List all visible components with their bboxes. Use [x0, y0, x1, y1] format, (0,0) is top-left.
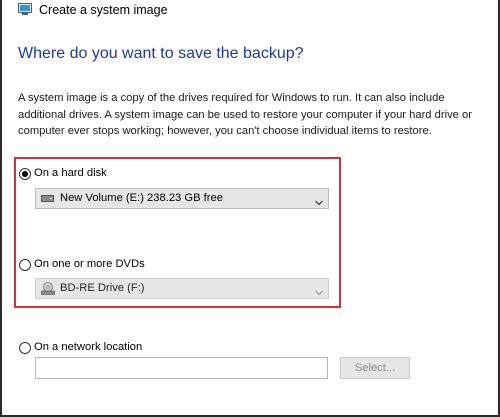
- page-description: A system image is a copy of the drives r…: [18, 92, 472, 137]
- radio-network-label[interactable]: On a network location: [34, 341, 142, 353]
- chevron-down-icon: [315, 284, 323, 296]
- chevron-down-icon: [315, 194, 323, 206]
- radio-hard-disk-label[interactable]: On a hard disk: [34, 167, 107, 179]
- dvd-drive-icon: [41, 282, 55, 295]
- radio-hard-disk[interactable]: [19, 168, 31, 180]
- dvd-dropdown-value: BD-RE Drive (F:): [60, 282, 145, 294]
- page-heading: Where do you want to save the backup?: [18, 45, 304, 62]
- title-bar: Create a system image: [2, 0, 498, 22]
- system-image-icon: [18, 3, 32, 16]
- window-frame-left: [0, 0, 2, 417]
- hard-disk-dropdown-value: New Volume (E:) 238.23 GB free: [60, 192, 223, 204]
- window-title: Create a system image: [39, 3, 168, 17]
- radio-dvd[interactable]: [19, 259, 31, 271]
- network-location-input[interactable]: [35, 357, 328, 379]
- select-button[interactable]: Select...: [340, 357, 410, 379]
- hard-disk-dropdown[interactable]: New Volume (E:) 238.23 GB free: [35, 188, 329, 209]
- hard-drive-icon: [41, 195, 54, 202]
- radio-network[interactable]: [19, 342, 31, 354]
- radio-dvd-label[interactable]: On one or more DVDs: [34, 258, 145, 270]
- dvd-dropdown[interactable]: BD-RE Drive (F:): [35, 278, 329, 299]
